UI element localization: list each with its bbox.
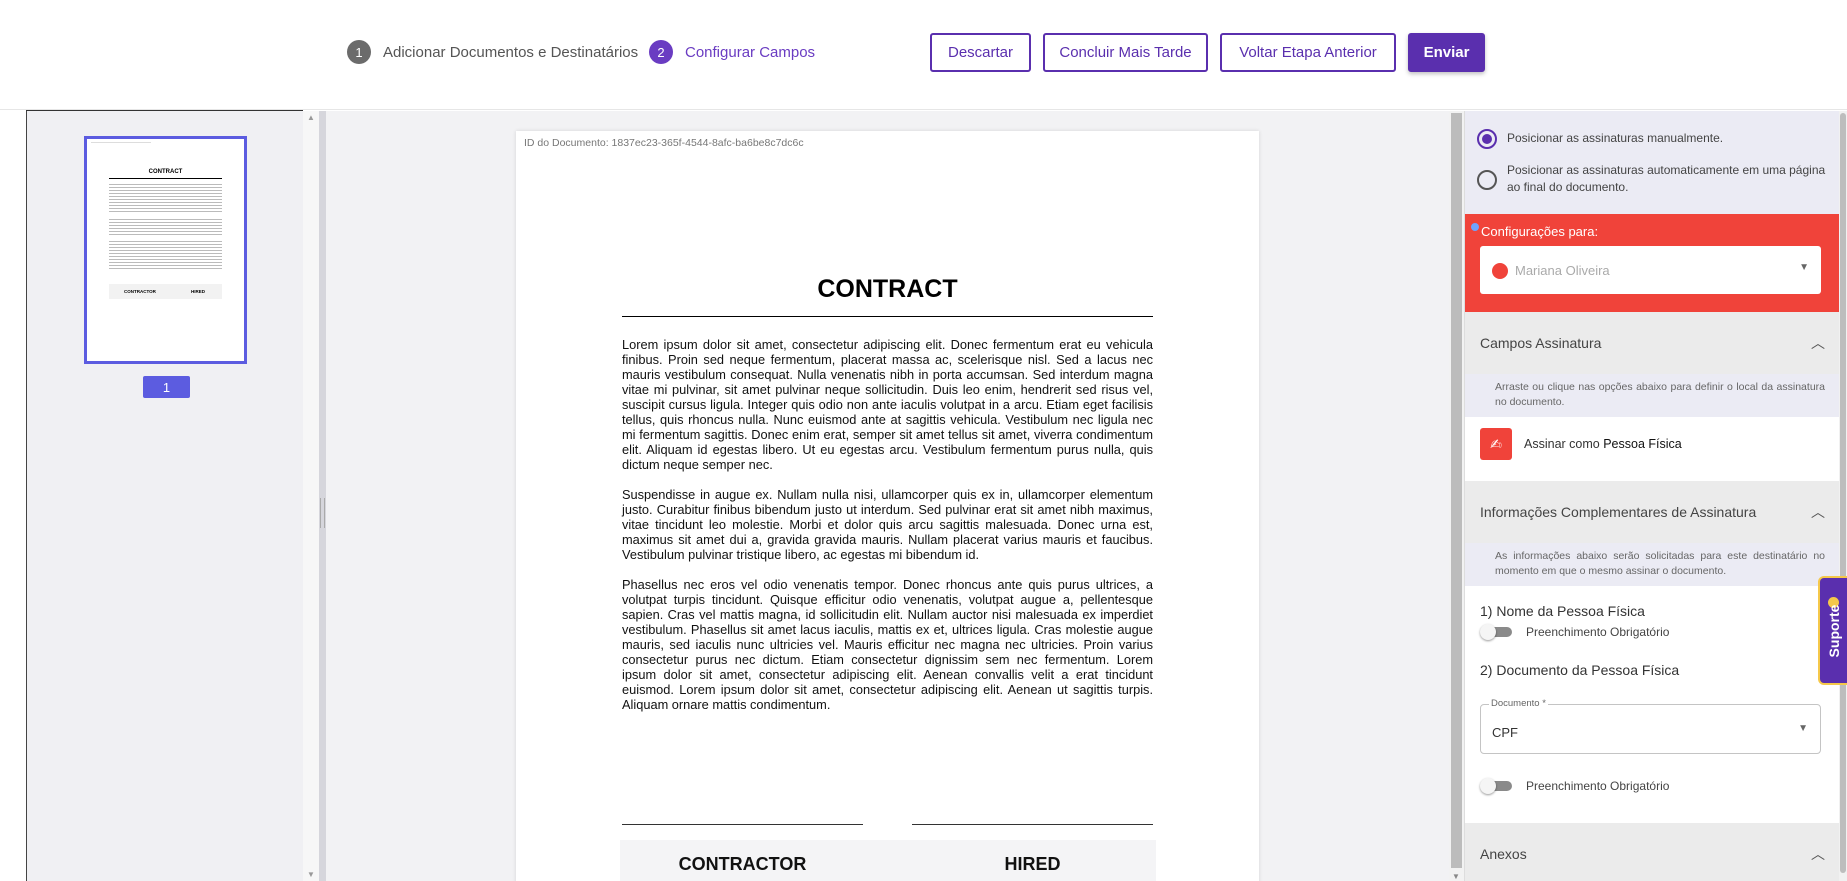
radio-label: Posicionar as assinaturas automaticament… [1507,163,1826,194]
viewer-scrollbar[interactable]: ▼ [1449,111,1464,881]
signer-select[interactable]: Mariana Oliveira ▼ [1480,246,1821,294]
step-number-badge: 1 [347,40,371,64]
toggle-knob[interactable] [1480,778,1496,794]
chevron-up-icon[interactable]: ︿ [1811,333,1825,353]
panel-splitter[interactable] [319,111,326,881]
radio-selected-icon[interactable] [1477,129,1497,149]
thumbnail-text-block [109,184,222,214]
document-id: ID do Documento: 1837ec23-365f-4544-8afc… [524,137,804,149]
step-add-documents[interactable]: 1 Adicionar Documentos e Destinatários [347,40,638,64]
signer-color-icon [1492,263,1508,279]
signature-line-contractor [622,824,863,825]
sign-as-individual-option[interactable]: ✍ Assinar como Pessoa Física [1480,428,1682,460]
thumbnail-hired-label: HIRED [191,289,206,294]
thumbnail-contractor-label: CONTRACTOR [124,289,156,294]
paragraph: Lorem ipsum dolor sit amet, consectetur … [622,337,1153,472]
thumbnail-title: CONTRACT [148,169,183,175]
step-configure-fields[interactable]: 2 Configurar Campos [649,40,815,64]
toggle-label: Preenchimento Obrigatório [1526,625,1670,639]
complementary-info-header[interactable]: Informações Complementares de Assinatura… [1465,481,1839,543]
sign-as-label: Assinar como Pessoa Física [1524,437,1682,451]
document-type-select[interactable]: Documento * CPF ▼ [1480,698,1821,754]
signature-fields-info: Arraste ou clique nas opções abaixo para… [1465,374,1839,417]
thumbnail-text-block [109,241,222,269]
sign-as-prefix: Assinar como [1524,437,1600,451]
config-label: Configurações para: [1481,224,1599,239]
page-number-badge[interactable]: 1 [143,376,190,398]
radio-automatic-positioning[interactable]: Posicionar as assinaturas automaticament… [1477,162,1827,196]
document-body: Lorem ipsum dolor sit amet, consectetur … [622,337,1153,727]
scroll-up-icon[interactable]: ▲ [307,113,315,122]
document-title: CONTRACT [817,275,958,303]
left-margin [0,111,26,881]
required-toggle[interactable] [1480,624,1512,640]
hired-label: HIRED [1004,854,1061,874]
chevron-down-icon[interactable]: ▼ [1799,262,1809,273]
fields-sidebar: Posicionar as assinaturas manualmente. P… [1464,111,1839,881]
sidebar-scrollbar[interactable] [1839,111,1847,881]
attachments-header[interactable]: Anexos ︿ [1465,823,1839,881]
field-document-title: 2) Documento da Pessoa Física [1480,662,1680,678]
chevron-down-icon[interactable]: ▼ [1798,723,1808,734]
radio-unselected-icon[interactable] [1477,170,1497,190]
scroll-down-icon[interactable]: ▼ [307,870,315,879]
finish-later-button[interactable]: Concluir Mais Tarde [1043,33,1208,72]
support-label: Suporte [1825,604,1842,657]
page-thumbnail[interactable]: CONTRACT CONTRACTOR HIRED [84,136,247,364]
splitter-handle[interactable] [320,498,325,528]
top-bar: 1 Adicionar Documentos e Destinatários 2… [0,0,1847,110]
section-title: Anexos [1480,846,1527,862]
signature-line-hired [912,824,1153,825]
document-select-label: Documento * [1489,698,1548,709]
document-page[interactable]: ID do Documento: 1837ec23-365f-4544-8afc… [516,131,1259,881]
scrollbar-thumb[interactable] [1840,113,1846,873]
scroll-down-icon[interactable]: ▼ [1452,872,1460,881]
chevron-up-icon[interactable]: ︿ [1811,844,1825,864]
signer-config-section: Configurações para: Mariana Oliveira ▼ [1465,214,1839,312]
section-title: Campos Assinatura [1480,335,1602,351]
sign-as-type: Pessoa Física [1603,437,1682,451]
signature-fields-header[interactable]: Campos Assinatura ︿ [1465,312,1839,374]
signature-pen-icon[interactable]: ✍ [1480,428,1512,460]
thumbnail-panel: CONTRACT CONTRACTOR HIRED 1 [26,111,303,881]
step-label: Adicionar Documentos e Destinatários [383,43,639,61]
toggle-knob[interactable] [1480,624,1496,640]
step-number-badge: 2 [649,40,673,64]
thumbnail-id-line [91,142,151,143]
section-title: Informações Complementares de Assinatura [1480,504,1757,520]
paragraph: Suspendisse in augue ex. Nullam nulla ni… [622,487,1153,562]
send-button[interactable]: Enviar [1408,33,1485,72]
radio-manual-positioning[interactable]: Posicionar as assinaturas manualmente. [1477,129,1723,149]
previous-step-button[interactable]: Voltar Etapa Anterior [1220,33,1396,72]
paragraph: Phasellus nec eros vel odio venenatis te… [622,577,1153,712]
support-tab[interactable]: Suporte [1820,578,1847,683]
discard-button[interactable]: Descartar [930,33,1031,72]
title-rule [622,316,1153,317]
required-toggle[interactable] [1480,778,1512,794]
signer-name: Mariana Oliveira [1515,263,1610,278]
radio-label: Posicionar as assinaturas manualmente. [1507,131,1724,145]
document-select-value: CPF [1492,725,1518,740]
document-required-toggle-row[interactable]: Preenchimento Obrigatório [1480,778,1669,794]
name-required-toggle-row[interactable]: Preenchimento Obrigatório [1480,624,1669,640]
thumbnail-scrollbar[interactable]: ▲ ▼ [303,111,319,881]
thumbnail-text-block [109,219,222,237]
app-root: 1 Adicionar Documentos e Destinatários 2… [0,0,1847,881]
info-dot-icon [1471,223,1479,231]
step-label: Configurar Campos [685,43,816,61]
chevron-up-icon[interactable]: ︿ [1811,502,1825,522]
complementary-info-text: As informações abaixo serão solicitadas … [1465,543,1839,586]
positioning-options: Posicionar as assinaturas manualmente. P… [1465,111,1839,214]
scrollbar-thumb[interactable] [1451,113,1462,868]
thumbnail-rule [109,178,222,179]
toggle-label: Preenchimento Obrigatório [1526,779,1670,793]
field-name-title: 1) Nome da Pessoa Física [1480,603,1645,619]
contractor-label: CONTRACTOR [678,854,807,874]
document-viewer: ID do Documento: 1837ec23-365f-4544-8afc… [326,111,1449,881]
